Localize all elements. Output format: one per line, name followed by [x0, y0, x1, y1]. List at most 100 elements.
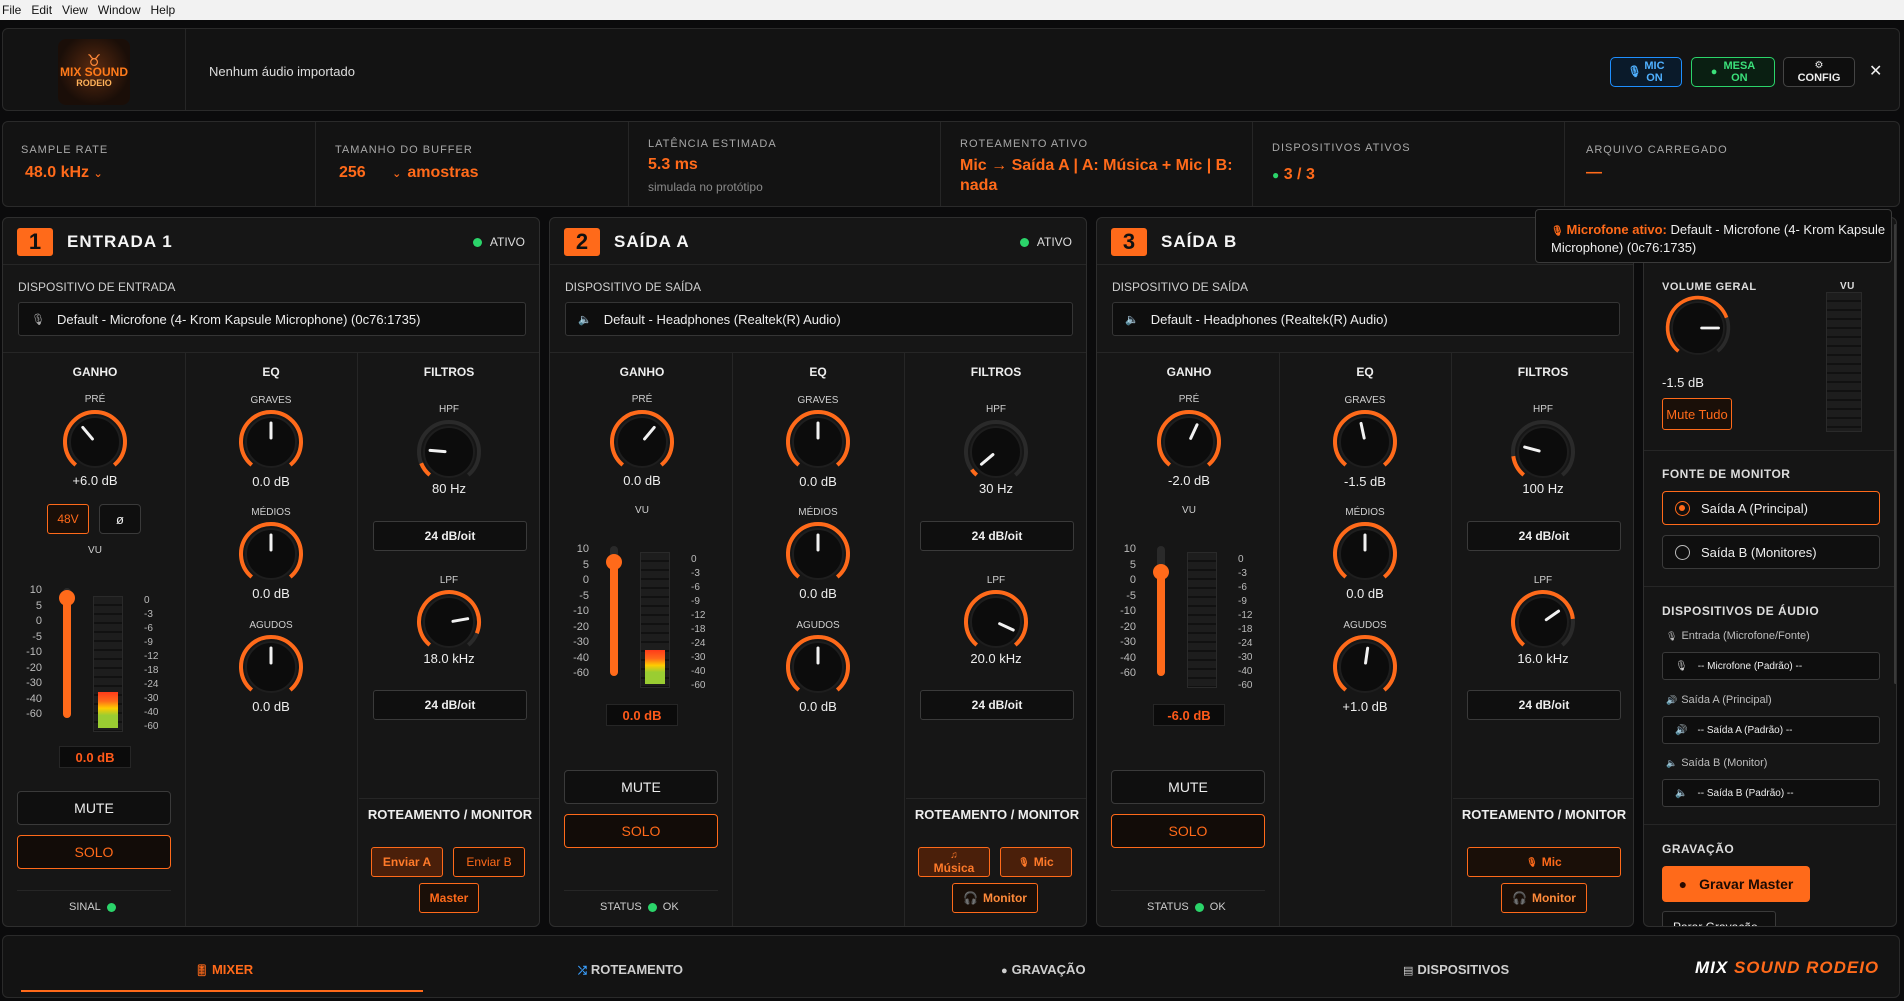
input-device-select[interactable]: 🎙 Default - Microfone (4- Krom Kapsule Mi…: [18, 302, 526, 336]
fader-thumb[interactable]: [606, 554, 622, 570]
volume-fader[interactable]: [1153, 546, 1169, 676]
monitor-saida-b-label: Saída B (Monitores): [1701, 544, 1817, 560]
volume-fader[interactable]: [59, 588, 75, 718]
device-label: DISPOSITIVO DE SAÍDA: [565, 280, 702, 294]
divider: [1644, 450, 1896, 451]
mesa-on-button[interactable]: ● MESA ON: [1691, 57, 1775, 87]
mic-on-button[interactable]: 🎙 MIC ON: [1610, 57, 1682, 87]
fader-thumb[interactable]: [1153, 564, 1169, 580]
send-b-button[interactable]: Enviar B: [453, 847, 525, 877]
config-button[interactable]: ⚙ CONFIG: [1783, 57, 1855, 87]
tab-routing[interactable]: ⤮ ROTEAMENTO: [578, 962, 683, 978]
hpf-slope-select[interactable]: 24 dB/oit: [373, 521, 527, 551]
solo-button[interactable]: SOLO: [1111, 814, 1265, 848]
mute-button[interactable]: MUTE: [1111, 770, 1265, 804]
agudos-value: +1.0 dB: [1342, 699, 1388, 714]
menu-file[interactable]: File: [2, 3, 21, 17]
monitor-saida-a-radio[interactable]: Saída A (Principal): [1662, 491, 1880, 525]
active-indicator: ATIVO: [472, 235, 525, 249]
medios-knob[interactable]: [237, 520, 305, 588]
lpf-slope-select[interactable]: 24 dB/oit: [1467, 690, 1621, 720]
divider: [359, 798, 539, 799]
speaker-icon: 🔈: [1125, 313, 1139, 326]
phantom-48v-button[interactable]: 48V: [47, 504, 89, 534]
medios-knob[interactable]: [1331, 520, 1399, 588]
agudos-knob[interactable]: [237, 633, 305, 701]
monitor-button[interactable]: 🎧 Monitor: [1501, 883, 1587, 913]
saida-b-dropdown[interactable]: 🔈 -- Saída B (Padrão) --: [1662, 779, 1880, 807]
hpf-knob[interactable]: [962, 418, 1030, 486]
gain-heading: GANHO: [619, 365, 665, 379]
mic-button[interactable]: 🎙 Mic: [1000, 847, 1072, 877]
close-icon[interactable]: ✕: [1869, 61, 1882, 81]
lpf-knob[interactable]: [415, 588, 483, 656]
fader-thumb[interactable]: [59, 590, 75, 606]
graves-knob[interactable]: [784, 408, 852, 476]
hpf-value: 30 Hz: [979, 481, 1013, 496]
pre-gain-knob[interactable]: [1155, 408, 1223, 476]
status-value: OK: [662, 901, 679, 913]
mute-button[interactable]: MUTE: [17, 791, 171, 825]
hpf-knob[interactable]: [1509, 418, 1577, 486]
menu-window[interactable]: Window: [98, 3, 141, 17]
agudos-knob[interactable]: [784, 633, 852, 701]
menu-view[interactable]: View: [62, 3, 88, 17]
menu-edit[interactable]: Edit: [31, 3, 52, 17]
scale-tick-label: -18: [144, 665, 159, 676]
sample-rate-select[interactable]: 48.0 kHz ⌄: [25, 164, 103, 182]
stop-recording-button[interactable]: Parar Gravação: [1662, 911, 1776, 926]
mute-button[interactable]: MUTE: [564, 770, 718, 804]
hpf-knob[interactable]: [415, 418, 483, 486]
musica-button[interactable]: ♫ Música: [918, 847, 990, 877]
tab-recording[interactable]: ● GRAVAÇÃO: [1001, 962, 1086, 977]
channel-number: 2: [564, 228, 600, 256]
lpf-value: 16.0 kHz: [1517, 651, 1569, 666]
pre-gain-knob[interactable]: [608, 408, 676, 476]
tab-mixer[interactable]: 🎚 MIXER: [195, 962, 253, 977]
medios-knob[interactable]: [784, 520, 852, 588]
master-volume-knob[interactable]: [1664, 294, 1740, 370]
tooltip-title: Microfone ativo:: [1566, 222, 1667, 237]
brand-word-2: SOUND RODEIO: [1733, 958, 1880, 977]
gain-heading: GANHO: [1166, 365, 1212, 379]
routing-value: Mic → Saída A | A: Música + Mic | B: nad…: [960, 157, 1233, 194]
graves-knob[interactable]: [237, 408, 305, 476]
lpf-slope-select[interactable]: 24 dB/oit: [373, 690, 527, 720]
eq-heading: EQ: [262, 365, 280, 379]
agudos-knob[interactable]: [1331, 633, 1399, 701]
scrollbar[interactable]: [1894, 224, 1896, 684]
pre-gain-knob[interactable]: [61, 408, 129, 476]
master-button[interactable]: Master: [419, 883, 479, 913]
divider: [1644, 586, 1896, 587]
send-a-button[interactable]: Enviar A: [371, 847, 443, 877]
lpf-slope-select[interactable]: 24 dB/oit: [920, 690, 1074, 720]
config-label: CONFIG: [1797, 72, 1841, 84]
volume-fader[interactable]: [606, 546, 622, 676]
output-device-select[interactable]: 🔈 Default - Headphones (Realtek(R) Audio): [1112, 302, 1620, 336]
input-device-dropdown[interactable]: 🎙 -- Microfone (Padrão) --: [1662, 652, 1880, 680]
buffer-select[interactable]: 256 ⌄ amostras: [339, 164, 479, 182]
tab-recording-label: GRAVAÇÃO: [1011, 962, 1086, 977]
monitor-label: Monitor: [982, 890, 1027, 905]
graves-knob[interactable]: [1331, 408, 1399, 476]
scale-tick-label: -60: [1238, 680, 1253, 691]
saida-a-dropdown[interactable]: 🔊 -- Saída A (Padrão) --: [1662, 716, 1880, 744]
hpf-slope-select[interactable]: 24 dB/oit: [1467, 521, 1621, 551]
lpf-label: LPF: [986, 575, 1006, 586]
mic-button[interactable]: 🎙 Mic: [1467, 847, 1621, 877]
mute-all-button[interactable]: Mute Tudo: [1662, 398, 1732, 430]
solo-button[interactable]: SOLO: [564, 814, 718, 848]
hpf-slope-select[interactable]: 24 dB/oit: [920, 521, 1074, 551]
eq-heading: EQ: [1356, 365, 1374, 379]
phase-invert-button[interactable]: ø: [99, 504, 141, 534]
mic-icon: 🎙: [1526, 856, 1538, 867]
tab-devices[interactable]: ▤ DISPOSITIVOS: [1403, 962, 1509, 977]
menu-help[interactable]: Help: [151, 3, 176, 17]
lpf-knob[interactable]: [1509, 588, 1577, 656]
record-master-button[interactable]: ● Gravar Master: [1662, 866, 1810, 902]
monitor-button[interactable]: 🎧 Monitor: [952, 883, 1038, 913]
lpf-knob[interactable]: [962, 588, 1030, 656]
output-device-select[interactable]: 🔈 Default - Headphones (Realtek(R) Audio): [565, 302, 1073, 336]
solo-button[interactable]: SOLO: [17, 835, 171, 869]
monitor-saida-b-radio[interactable]: Saída B (Monitores): [1662, 535, 1880, 569]
